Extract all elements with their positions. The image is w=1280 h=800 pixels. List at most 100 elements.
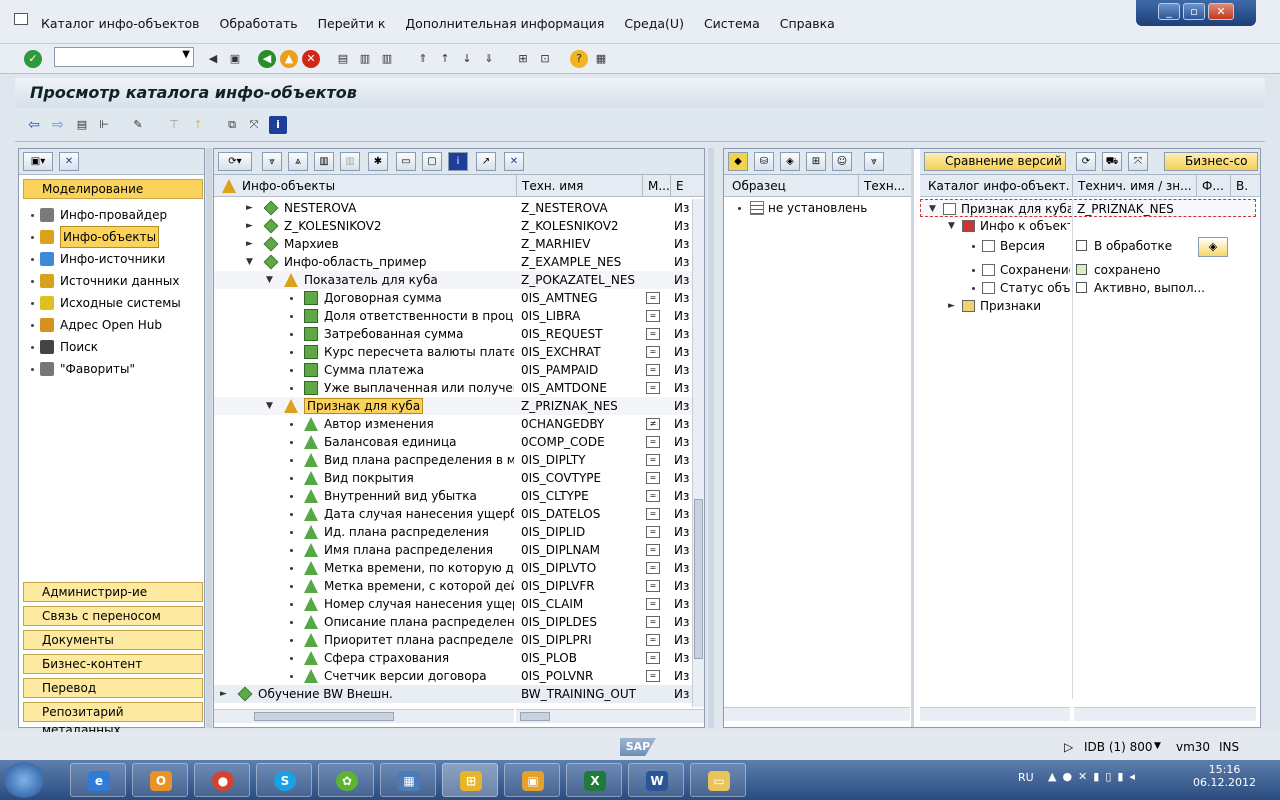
tree-row[interactable]: ▼ Инфо-область_пример Z_EXAMPLE_NES Из [214, 253, 692, 271]
tree-row[interactable]: Приоритет плана распределения 0IS_DIPLPRI… [214, 631, 692, 649]
nav-item[interactable]: Исходные системы [31, 293, 181, 313]
tree-row[interactable]: Вид плана распределения в много 0IS_DIPLT… [214, 451, 692, 469]
minimize-icon[interactable]: _ [1158, 3, 1180, 20]
find-icon[interactable]: ▥ [356, 50, 374, 68]
col-tech[interactable]: Техн... [864, 179, 905, 193]
help-icon[interactable]: ? [570, 50, 588, 68]
system-menu-icon[interactable] [14, 13, 28, 25]
col-v[interactable]: В. [1236, 179, 1248, 193]
collapse-node-icon[interactable]: ▼ [266, 397, 273, 415]
nav-section[interactable]: Репозитарий метаданных [23, 702, 203, 737]
cancel-icon[interactable]: ✕ [302, 50, 320, 68]
tree-row[interactable]: Затребованная сумма 0IS_REQUEST = Из [214, 325, 692, 343]
skype-icon[interactable]: S [256, 763, 312, 797]
menu-item[interactable]: Система [704, 16, 760, 31]
tree-row[interactable]: Метка времени, по которую дейст 0IS_DIPLV… [214, 559, 692, 577]
close-icon[interactable]: ✕ [1208, 3, 1234, 20]
tree-row[interactable]: Счетчик версии договора 0IS_POLVNR = Из [214, 667, 692, 685]
nav-section[interactable]: Бизнес-контент [23, 654, 203, 674]
chrome-icon[interactable]: ● [194, 763, 250, 797]
nav-item[interactable]: Поиск [31, 337, 98, 357]
forward-arrow-icon[interactable]: ⇨ [49, 116, 67, 134]
collapse-node-icon[interactable]: ▼ [266, 271, 273, 289]
info-icon[interactable]: i [269, 116, 287, 134]
detail-hscroll-2[interactable] [1074, 707, 1256, 721]
shortcut-icon[interactable]: ⊡ [536, 50, 554, 68]
tree-row[interactable]: Автор изменения 0CHANGEDBY ≠ Из [214, 415, 692, 433]
command-field[interactable]: ▼ [54, 47, 194, 67]
back-arrow-icon[interactable]: ◀ [204, 50, 222, 68]
print-icon[interactable]: ▤ [334, 50, 352, 68]
expand-node-icon[interactable]: ► [246, 235, 253, 253]
excel-icon[interactable]: X [566, 763, 622, 797]
col-tech-value[interactable]: Технич. имя / зн... [1078, 179, 1192, 193]
chevron-down-icon[interactable]: ▼ [1154, 741, 1161, 751]
input-mode[interactable]: INS [1219, 740, 1239, 754]
col-infoobjects[interactable]: Инфо-объекты [242, 179, 335, 193]
enter-check-icon[interactable]: ✓ [24, 50, 42, 68]
back-icon[interactable]: ◀ [258, 50, 276, 68]
nav-item[interactable]: "Фавориты" [31, 359, 135, 379]
edit-icon[interactable]: ✎ [129, 116, 147, 134]
database-icon[interactable]: ⛁ [754, 152, 774, 171]
compare-versions-button[interactable]: Сравнение версий [924, 152, 1066, 171]
maximize-icon[interactable]: ▫ [1183, 3, 1205, 20]
info-icon[interactable]: i [448, 152, 468, 171]
close-icon[interactable]: ✕ [504, 152, 524, 171]
col-e[interactable]: Е [676, 179, 684, 193]
expand-node-icon[interactable]: ► [220, 685, 227, 703]
tree-row[interactable]: Договорная сумма 0IS_AMTNEG = Из [214, 289, 692, 307]
sap-logon-icon[interactable]: ▦ [380, 763, 436, 797]
layout-icon[interactable]: ▦ [592, 50, 610, 68]
sample-row[interactable]: не установлень [724, 199, 910, 217]
close-panel-icon[interactable]: ✕ [59, 152, 79, 171]
word-icon[interactable]: W [628, 763, 684, 797]
collapse-icon[interactable]: ⩓ [288, 152, 308, 171]
collapse-node-icon[interactable]: ▼ [929, 200, 936, 218]
col-sample[interactable]: Образец [732, 179, 786, 193]
outlook-icon[interactable]: O [132, 763, 188, 797]
tree-hscroll-tech[interactable] [516, 709, 704, 723]
folder-icon[interactable]: ▢ [422, 152, 442, 171]
col-m[interactable]: М... [648, 179, 670, 193]
move-icon[interactable]: ⤧ [1128, 152, 1148, 171]
tree-row[interactable]: Уже выплаченная или полученная 0IS_AMTDON… [214, 379, 692, 397]
tree-row[interactable]: Доля ответственности в процента 0IS_LIBRA… [214, 307, 692, 325]
tree-row[interactable]: ▼ Признак для куба Z_PRIZNAK_NES Из [214, 397, 692, 415]
splitter-mid[interactable] [708, 148, 714, 728]
detail-row[interactable]: ► Признаки [920, 297, 1256, 315]
user-icon[interactable]: ☺ [832, 152, 852, 171]
start-button-icon[interactable] [4, 762, 44, 798]
tree-row[interactable]: ► Обучение BW Внешн. BW_TRAINING_OUT Из [214, 685, 692, 703]
col-tech-name[interactable]: Техн. имя [522, 179, 583, 193]
expand-node-icon[interactable]: ► [948, 297, 955, 315]
chevron-down-icon[interactable]: ▼ [182, 49, 190, 60]
tree-row[interactable]: Описание плана распределения 0IS_DIPLDES =… [214, 613, 692, 631]
new-session-icon[interactable]: ⊞ [514, 50, 532, 68]
menu-item[interactable]: Справка [780, 16, 835, 31]
tree-icon[interactable]: ⊤ [165, 116, 183, 134]
language-indicator[interactable]: RU [1018, 771, 1034, 784]
cube-icon[interactable]: ◆ [728, 152, 748, 171]
filter-icon[interactable]: ✱ [368, 152, 388, 171]
change-version-icon[interactable]: ◈ [1198, 237, 1228, 257]
icq-icon[interactable]: ✿ [318, 763, 374, 797]
nav-section[interactable]: Перевод [23, 678, 203, 698]
tree-row[interactable]: Имя плана распределения 0IS_DIPLNAM = Из [214, 541, 692, 559]
layout-menu-icon[interactable]: ▣▾ [23, 152, 53, 171]
col-catalog[interactable]: Каталог инфо-объект. [928, 179, 1070, 193]
refresh-icon[interactable]: ⟳ [1076, 152, 1096, 171]
tree-row[interactable]: Метка времени, с которой действ 0IS_DIPLV… [214, 577, 692, 595]
nav-item[interactable]: Адрес Open Hub [31, 315, 162, 335]
menu-item[interactable]: Обработать [220, 16, 298, 31]
nav-item[interactable]: Инфо-объекты [31, 226, 160, 248]
up-icon[interactable]: ↑ [189, 116, 207, 134]
collapse-node-icon[interactable]: ▼ [246, 253, 253, 271]
exit-icon[interactable]: ▲ [280, 50, 298, 68]
tree-hscroll-name[interactable] [214, 709, 514, 723]
save-icon[interactable]: ▣ [226, 50, 244, 68]
menu-item[interactable]: Каталог инфо-объектов [41, 16, 200, 31]
clock[interactable]: 15:16 06.12.2012 [1193, 763, 1256, 789]
catalog-icon[interactable]: ⊞ [806, 152, 826, 171]
collapse-node-icon[interactable]: ▼ [948, 217, 955, 235]
